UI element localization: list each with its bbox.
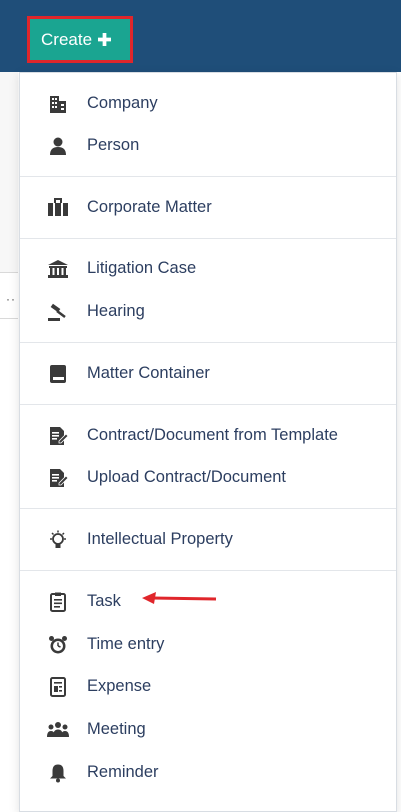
menu-item-matter-container[interactable]: Matter Container <box>20 353 396 393</box>
briefcase-icon <box>47 197 69 219</box>
clipboard-icon <box>47 591 69 613</box>
create-button-label: Create <box>41 29 93 49</box>
book-icon <box>47 363 69 385</box>
menu-item-label: Litigation Case <box>87 259 197 277</box>
receipt-icon <box>47 676 69 698</box>
menu-item-upload-contract[interactable]: Upload Contract/Document <box>20 457 396 497</box>
menu-item-meeting[interactable]: Meeting <box>20 709 396 749</box>
alarm-clock-icon <box>47 634 69 656</box>
menu-item-intellectual-property[interactable]: Intellectual Property <box>20 519 396 559</box>
menu-divider <box>20 508 396 509</box>
document-edit-icon <box>47 467 69 489</box>
menu-item-label: Intellectual Property <box>87 530 233 548</box>
create-button[interactable]: Create <box>27 16 133 63</box>
menu-item-company[interactable]: Company <box>20 83 396 123</box>
menu-item-label: Matter Container <box>87 364 210 382</box>
menu-item-label: Task <box>87 592 121 610</box>
menu-item-time-entry[interactable]: Time entry <box>20 624 396 664</box>
menu-divider <box>20 342 396 343</box>
menu-item-contract-from-template[interactable]: Contract/Document from Template <box>20 415 396 455</box>
person-icon <box>47 135 69 157</box>
courthouse-icon <box>47 258 69 280</box>
menu-item-label: Contract/Document from Template <box>87 426 338 444</box>
menu-divider <box>20 404 396 405</box>
red-arrow-annotation <box>142 592 217 604</box>
building-icon <box>47 93 69 115</box>
menu-item-label: Person <box>87 136 140 154</box>
group-icon <box>47 719 69 741</box>
menu-item-litigation-case[interactable]: Litigation Case <box>20 248 396 288</box>
menu-item-label: Company <box>87 94 158 112</box>
menu-divider <box>20 238 396 239</box>
menu-divider <box>20 570 396 571</box>
top-navigation-bar: Create <box>0 0 401 72</box>
menu-item-label: Meeting <box>87 720 146 738</box>
menu-item-label: Hearing <box>87 302 145 320</box>
menu-item-label: Upload Contract/Document <box>87 468 287 486</box>
menu-item-label: Reminder <box>87 763 159 781</box>
background-divider <box>0 318 18 319</box>
menu-item-person[interactable]: Person <box>20 125 396 165</box>
menu-item-label: Corporate Matter <box>87 198 212 216</box>
menu-item-expense[interactable]: Expense <box>20 666 396 706</box>
document-edit-icon <box>47 425 69 447</box>
menu-divider <box>20 176 396 177</box>
lightbulb-icon <box>47 529 69 551</box>
menu-item-reminder[interactable]: Reminder <box>20 752 396 792</box>
bell-icon <box>47 762 69 784</box>
menu-item-label: Time entry <box>87 635 165 653</box>
background-divider <box>0 272 18 273</box>
background-ellipsis: ·· <box>6 292 16 306</box>
background-panel <box>0 72 18 272</box>
menu-item-hearing[interactable]: Hearing <box>20 291 396 331</box>
menu-item-label: Expense <box>87 677 152 695</box>
menu-item-corporate-matter[interactable]: Corporate Matter <box>20 187 396 227</box>
gavel-icon <box>47 301 69 323</box>
create-dropdown-menu: Company Person Corporate Matter Litigati… <box>19 72 397 812</box>
plus-icon <box>98 33 112 46</box>
